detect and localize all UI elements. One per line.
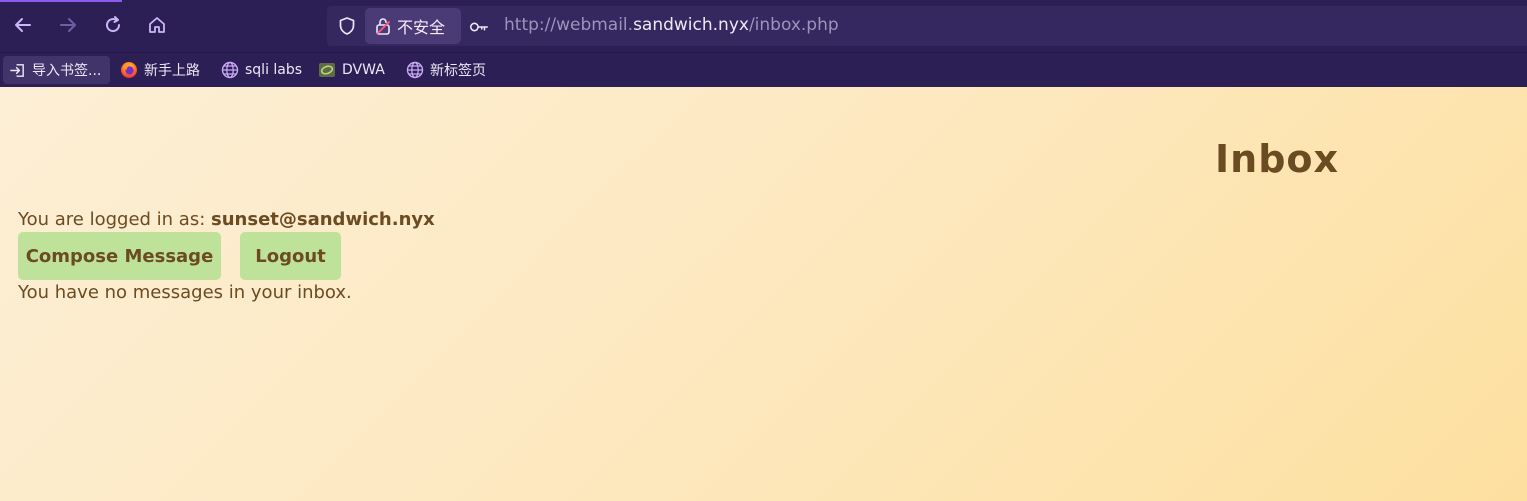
- forward-button[interactable]: [53, 10, 83, 40]
- security-label: 不安全: [397, 18, 446, 37]
- tracking-protection-button[interactable]: [335, 14, 359, 38]
- bookmark-import[interactable]: 导入书签...: [3, 56, 110, 84]
- url-text[interactable]: http://webmail.sandwich.nyx/inbox.php: [504, 15, 839, 35]
- url-prefix: http://webmail.: [504, 15, 634, 35]
- bookmark-label: 导入书签...: [32, 63, 102, 79]
- page-title: Inbox: [1215, 137, 1340, 181]
- home-icon: [149, 17, 165, 33]
- broken-lock-icon: [376, 18, 390, 35]
- forward-arrow-icon: [60, 18, 76, 32]
- key-icon: [469, 22, 489, 32]
- url-path: /inbox.php: [748, 15, 839, 35]
- dvwa-icon: [318, 61, 336, 79]
- globe-icon: [406, 61, 424, 79]
- logged-in-prefix: You are logged in as:: [18, 209, 206, 230]
- compose-message-button[interactable]: Compose Message: [18, 232, 221, 280]
- site-security-indicator[interactable]: 不安全: [365, 8, 461, 44]
- logged-in-status: You are logged in as: sunset@sandwich.ny…: [18, 209, 435, 230]
- bookmarks-bar: 导入书签... 新手上路 sqli labs DVWA 新标签页: [0, 52, 1527, 87]
- bookmark-dvwa[interactable]: DVWA: [313, 56, 390, 84]
- back-arrow-icon: [15, 18, 31, 32]
- empty-inbox-message: You have no messages in your inbox.: [18, 282, 352, 303]
- browser-toolbar: 不安全 http://webmail.sandwich.nyx/inbox.ph…: [0, 0, 1527, 52]
- webmail-page: Inbox You are logged in as: sunset@sandw…: [0, 87, 1527, 501]
- bookmark-sqli-labs[interactable]: sqli labs: [216, 56, 307, 84]
- bookmark-label: 新标签页: [430, 63, 486, 79]
- bookmark-label: 新手上路: [144, 63, 200, 79]
- reload-icon: [106, 16, 121, 33]
- reload-button[interactable]: [98, 10, 128, 40]
- firefox-icon: [120, 61, 138, 79]
- bookmark-label: DVWA: [342, 62, 385, 78]
- globe-icon: [221, 61, 239, 79]
- home-button[interactable]: [142, 10, 172, 40]
- bookmark-getting-started[interactable]: 新手上路: [115, 56, 205, 84]
- bookmark-new-tab[interactable]: 新标签页: [401, 56, 491, 84]
- url-domain: sandwich.nyx: [633, 15, 749, 35]
- bookmark-label: sqli labs: [245, 62, 303, 78]
- active-tab-indicator: [0, 0, 122, 2]
- back-button[interactable]: [8, 10, 38, 40]
- import-icon: [8, 61, 26, 79]
- logout-button[interactable]: Logout: [240, 232, 341, 280]
- shield-icon: [339, 17, 355, 35]
- logged-in-user: sunset@sandwich.nyx: [211, 209, 435, 230]
- saved-passwords-button[interactable]: [467, 15, 491, 39]
